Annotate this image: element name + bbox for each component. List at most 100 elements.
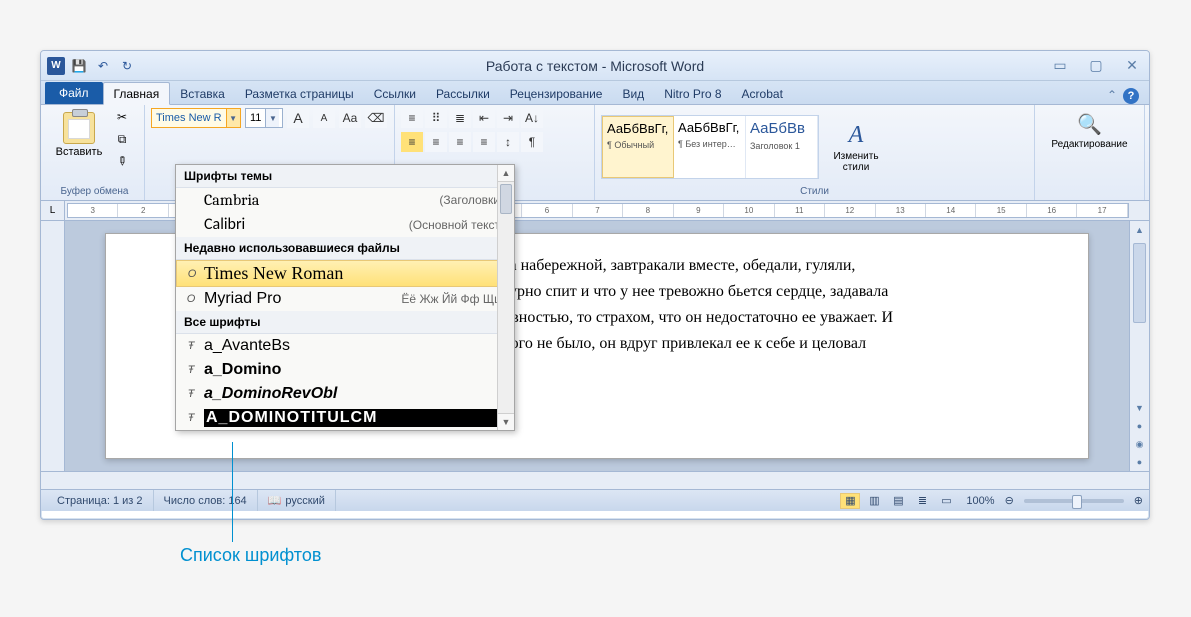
browse-icon[interactable]: ◉ bbox=[1130, 435, 1149, 453]
recent-font-times[interactable]: O Times New Roman bbox=[176, 260, 514, 287]
status-language[interactable]: 📖 русский bbox=[258, 490, 336, 511]
next-page-icon[interactable]: ● bbox=[1130, 453, 1149, 471]
vertical-scrollbar[interactable]: ▲ ▼ ● ◉ ● bbox=[1129, 221, 1149, 471]
dropdown-scrollbar[interactable]: ▲ ▼ bbox=[497, 165, 514, 430]
align-left-icon[interactable]: ≡ bbox=[401, 132, 423, 152]
truetype-icon: Ŧ bbox=[182, 388, 200, 400]
tab-insert[interactable]: Вставка bbox=[170, 83, 235, 104]
bullets-icon[interactable]: ≡ bbox=[401, 108, 423, 128]
scroll-track[interactable] bbox=[1130, 239, 1149, 399]
change-styles-icon: A bbox=[849, 122, 864, 149]
dropdown-scroll-thumb[interactable] bbox=[500, 184, 512, 214]
font-family-dropdown-icon[interactable]: ▼ bbox=[226, 109, 240, 127]
tab-file[interactable]: Файл bbox=[45, 82, 103, 104]
maximize-button[interactable]: ▢ bbox=[1085, 58, 1107, 74]
sort-icon[interactable]: A↓ bbox=[521, 108, 543, 128]
multilevel-icon[interactable]: ≣ bbox=[449, 108, 471, 128]
tab-review[interactable]: Рецензирование bbox=[500, 83, 613, 104]
scroll-up-icon[interactable]: ▲ bbox=[1130, 221, 1149, 239]
dropdown-scroll-down-icon[interactable]: ▼ bbox=[498, 413, 514, 430]
opentype-icon: O bbox=[182, 293, 200, 305]
font-dominorevobl[interactable]: Ŧ a_DominoRevObl bbox=[176, 382, 514, 406]
view-full-screen-icon[interactable]: ▥ bbox=[864, 493, 884, 509]
doc-line: их никого не было, он вдруг привлекал ее… bbox=[466, 332, 1058, 356]
change-case-button[interactable]: Aa bbox=[339, 108, 361, 128]
cut-icon[interactable] bbox=[113, 108, 131, 126]
style-no-spacing[interactable]: АаБбВвГг, ¶ Без интер… bbox=[674, 116, 746, 178]
justify-icon[interactable]: ≡ bbox=[473, 132, 495, 152]
zoom-value[interactable]: 100% bbox=[960, 495, 1000, 507]
change-styles-button[interactable]: A Изменить стили bbox=[825, 118, 887, 177]
tab-selector[interactable]: L bbox=[41, 201, 65, 220]
styles-gallery[interactable]: АаБбВвГг, ¶ Обычный АаБбВвГг, ¶ Без инте… bbox=[601, 115, 819, 179]
view-draft-icon[interactable]: ▭ bbox=[936, 493, 956, 509]
font-size-dropdown-icon[interactable]: ▼ bbox=[265, 109, 279, 127]
zoom-in-icon[interactable]: ⊕ bbox=[1134, 494, 1143, 507]
ribbon-tabs: Файл Главная Вставка Разметка страницы С… bbox=[41, 81, 1149, 105]
ribbon-minimize-icon[interactable]: ⌃ bbox=[1107, 88, 1117, 104]
theme-font-calibri[interactable]: Calibri (Основной текст) bbox=[176, 212, 514, 237]
horizontal-scrollbar[interactable] bbox=[41, 471, 1149, 489]
close-button[interactable]: ✕ bbox=[1121, 58, 1143, 74]
window-title: Работа с текстом - Microsoft Word bbox=[41, 58, 1149, 74]
styles-group-label: Стили bbox=[601, 186, 1028, 199]
titlebar: W 💾 ↶ ↻ Работа с текстом - Microsoft Wor… bbox=[41, 51, 1149, 81]
font-domino[interactable]: Ŧ a_Domino bbox=[176, 358, 514, 382]
zoom-slider[interactable] bbox=[1024, 499, 1124, 503]
redo-icon[interactable]: ↻ bbox=[117, 56, 137, 76]
clear-format-icon[interactable]: ⌫ bbox=[365, 108, 387, 128]
help-icon[interactable]: ? bbox=[1123, 88, 1139, 104]
clipboard-group-label: Буфер обмена bbox=[51, 186, 138, 199]
prev-page-icon[interactable]: ● bbox=[1130, 417, 1149, 435]
tab-view[interactable]: Вид bbox=[612, 83, 654, 104]
recent-fonts-header: Недавно использовавшиеся файлы bbox=[176, 237, 514, 260]
show-marks-icon[interactable]: ¶ bbox=[521, 132, 543, 152]
status-wordcount[interactable]: Число слов: 164 bbox=[154, 490, 258, 511]
align-right-icon[interactable]: ≡ bbox=[449, 132, 471, 152]
undo-icon[interactable]: ↶ bbox=[93, 56, 113, 76]
status-page[interactable]: Страница: 1 из 2 bbox=[47, 490, 154, 511]
scroll-thumb[interactable] bbox=[1133, 243, 1146, 323]
numbering-icon[interactable]: ⠿ bbox=[425, 108, 447, 128]
word-logo-icon: W bbox=[47, 57, 65, 75]
theme-font-cambria[interactable]: Cambria (Заголовки) bbox=[176, 188, 514, 212]
style-heading1[interactable]: АаБбВв Заголовок 1 bbox=[746, 116, 818, 178]
shrink-font-button[interactable]: A bbox=[313, 108, 335, 128]
tab-references[interactable]: Ссылки bbox=[364, 83, 426, 104]
scroll-down-icon[interactable]: ▼ bbox=[1130, 399, 1149, 417]
doc-line: , что дурно спит и что у нее тревожно бь… bbox=[466, 280, 1058, 304]
grow-font-button[interactable]: A bbox=[287, 108, 309, 128]
tab-mailings[interactable]: Рассылки bbox=[426, 83, 500, 104]
font-family-combo[interactable]: Times New R ▼ bbox=[151, 108, 241, 128]
editing-button[interactable]: 🔍 Редактирование bbox=[1045, 108, 1135, 154]
save-icon[interactable]: 💾 bbox=[69, 56, 89, 76]
tab-nitro[interactable]: Nitro Pro 8 bbox=[654, 83, 731, 104]
view-print-layout-icon[interactable]: ▦ bbox=[840, 493, 860, 509]
indent-dec-icon[interactable]: ⇤ bbox=[473, 108, 495, 128]
view-web-icon[interactable]: ▤ bbox=[888, 493, 908, 509]
tab-acrobat[interactable]: Acrobat bbox=[732, 83, 793, 104]
indent-inc-icon[interactable]: ⇥ bbox=[497, 108, 519, 128]
tab-home[interactable]: Главная bbox=[103, 82, 171, 105]
font-size-combo[interactable]: 11 ▼ bbox=[245, 108, 283, 128]
line-spacing-icon[interactable]: ↕ bbox=[497, 132, 519, 152]
paste-button[interactable]: Вставить bbox=[51, 108, 107, 162]
group-editing: 🔍 Редактирование bbox=[1035, 105, 1145, 200]
font-avantebs[interactable]: Ŧ a_AvanteBs bbox=[176, 334, 514, 358]
recent-font-myriad[interactable]: O Myriad Pro Ёё Жж Йй Фф Щщ bbox=[176, 287, 514, 311]
format-painter-icon[interactable] bbox=[113, 152, 131, 170]
minimize-button[interactable]: ▭ bbox=[1049, 58, 1071, 74]
style-normal[interactable]: АаБбВвГг, ¶ Обычный bbox=[602, 116, 674, 178]
group-clipboard: Вставить Буфер обмена bbox=[45, 105, 145, 200]
group-styles: АаБбВвГг, ¶ Обычный АаБбВвГг, ¶ Без инте… bbox=[595, 105, 1035, 200]
dropdown-scroll-up-icon[interactable]: ▲ bbox=[498, 165, 514, 182]
vertical-ruler[interactable] bbox=[41, 221, 65, 471]
font-dominotitulcm[interactable]: Ŧ A_DOMINOTITULCM bbox=[176, 406, 514, 430]
zoom-out-icon[interactable]: ⊖ bbox=[1005, 494, 1014, 507]
tab-page-layout[interactable]: Разметка страницы bbox=[235, 83, 364, 104]
align-center-icon[interactable]: ≡ bbox=[425, 132, 447, 152]
copy-icon[interactable] bbox=[113, 130, 131, 148]
view-outline-icon[interactable]: ≣ bbox=[912, 493, 932, 509]
paste-label: Вставить bbox=[56, 146, 103, 158]
font-size-value: 11 bbox=[246, 112, 265, 124]
